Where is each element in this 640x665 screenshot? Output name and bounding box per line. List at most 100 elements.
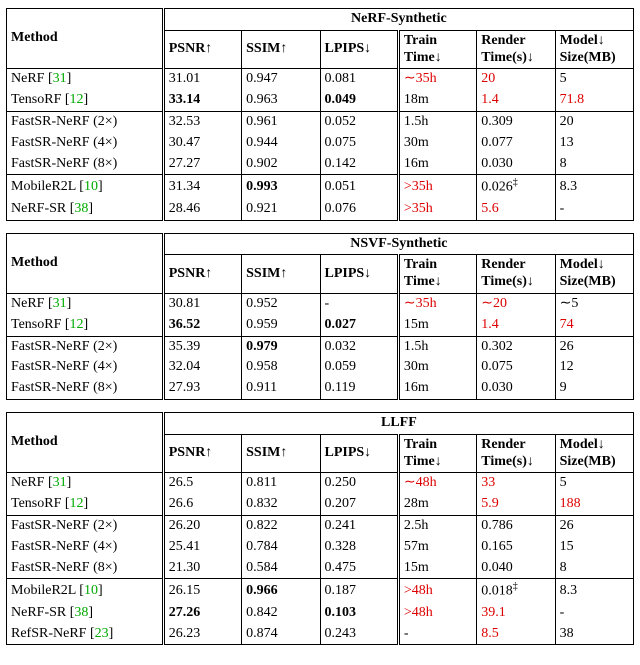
cell-size: 15	[555, 537, 633, 558]
cell-render: 0.040	[477, 558, 555, 579]
results-table: MethodNSVF-SyntheticPSNR↑SSIM↑LPIPS↓Trai…	[6, 233, 634, 400]
cell-method: TensoRF [12]	[7, 315, 164, 336]
footnote-mark: ‡	[513, 581, 518, 592]
table-row: FastSR-NeRF (4×)25.410.7840.32857m0.1651…	[7, 537, 634, 558]
cell-lpips: 0.051	[320, 175, 398, 199]
cell-render: ∼20	[477, 294, 555, 315]
col-method: Method	[7, 9, 164, 69]
cell-method: FastSR-NeRF (4×)	[7, 537, 164, 558]
table-row: TensoRF [12]26.60.8320.20728m5.9188	[7, 494, 634, 515]
cell-train: ∼48h	[398, 473, 476, 494]
cell-render: 5.9	[477, 494, 555, 515]
cell-render: 0.075	[477, 357, 555, 378]
cell-size: 188	[555, 494, 633, 515]
cell-size: 26	[555, 336, 633, 357]
col-train: TrainTime↓	[398, 434, 476, 473]
cell-train: -	[398, 624, 476, 645]
cell-train: 15m	[398, 315, 476, 336]
col-method: Method	[7, 233, 164, 293]
cell-train: 28m	[398, 494, 476, 515]
cell-size: 8.3	[555, 175, 633, 199]
cell-size: 71.8	[555, 90, 633, 111]
cell-ssim: 0.902	[242, 154, 320, 175]
table-row: MobileR2L [10]31.340.9930.051>35h0.026‡8…	[7, 175, 634, 199]
cell-ssim: 0.958	[242, 357, 320, 378]
cell-method: NeRF-SR [38]	[7, 199, 164, 220]
table-row: FastSR-NeRF (2×)26.200.8220.2412.5h0.786…	[7, 515, 634, 536]
cell-ssim: 0.947	[242, 69, 320, 90]
cell-psnr: 28.46	[163, 199, 241, 220]
table-row: FastSR-NeRF (8×)27.930.9110.11916m0.0309	[7, 378, 634, 399]
col-lpips: LPIPS↓	[320, 255, 398, 294]
cell-method: NeRF [31]	[7, 473, 164, 494]
col-psnr: PSNR↑	[163, 30, 241, 69]
cell-size: -	[555, 199, 633, 220]
cell-method: RefSR-NeRF [23]	[7, 624, 164, 645]
citation: 23	[95, 626, 109, 641]
cell-method: FastSR-NeRF (8×)	[7, 558, 164, 579]
citation: 31	[53, 71, 67, 86]
cell-lpips: 0.187	[320, 579, 398, 603]
cell-render: 0.030	[477, 378, 555, 399]
cell-train: 57m	[398, 537, 476, 558]
cell-ssim: 0.842	[242, 603, 320, 624]
cell-lpips: 0.142	[320, 154, 398, 175]
cell-psnr: 31.01	[163, 69, 241, 90]
col-ssim: SSIM↑	[242, 30, 320, 69]
citation: 12	[70, 496, 84, 511]
cell-method: FastSR-NeRF (2×)	[7, 336, 164, 357]
cell-render: 33	[477, 473, 555, 494]
cell-ssim: 0.874	[242, 624, 320, 645]
cell-lpips: 0.076	[320, 199, 398, 220]
table-row: NeRF-SR [38]28.460.9210.076>35h5.6-	[7, 199, 634, 220]
cell-train: 1.5h	[398, 111, 476, 132]
header-row-1: MethodNSVF-Synthetic	[7, 233, 634, 255]
col-method: Method	[7, 413, 164, 473]
table-row: NeRF [31]26.50.8110.250∼48h335	[7, 473, 634, 494]
cell-lpips: 0.475	[320, 558, 398, 579]
cell-train: 2.5h	[398, 515, 476, 536]
col-psnr: PSNR↑	[163, 434, 241, 473]
cell-psnr: 35.39	[163, 336, 241, 357]
table-row: FastSR-NeRF (8×)21.300.5840.47515m0.0408	[7, 558, 634, 579]
cell-ssim: 0.961	[242, 111, 320, 132]
col-size: Model↓Size(MB)	[555, 30, 633, 69]
cell-ssim: 0.811	[242, 473, 320, 494]
cell-ssim: 0.832	[242, 494, 320, 515]
cell-psnr: 26.20	[163, 515, 241, 536]
cell-train: >48h	[398, 579, 476, 603]
cell-lpips: 0.103	[320, 603, 398, 624]
cell-size: ∼5	[555, 294, 633, 315]
cell-ssim: 0.966	[242, 579, 320, 603]
cell-size: 12	[555, 357, 633, 378]
cell-psnr: 31.34	[163, 175, 241, 199]
col-psnr: PSNR↑	[163, 255, 241, 294]
cell-size: 38	[555, 624, 633, 645]
table-row: FastSR-NeRF (4×)32.040.9580.05930m0.0751…	[7, 357, 634, 378]
cell-psnr: 26.15	[163, 579, 241, 603]
table-row: NeRF [31]31.010.9470.081∼35h205	[7, 69, 634, 90]
cell-ssim: 0.993	[242, 175, 320, 199]
cell-lpips: 0.049	[320, 90, 398, 111]
cell-ssim: 0.921	[242, 199, 320, 220]
cell-psnr: 25.41	[163, 537, 241, 558]
citation: 10	[84, 583, 98, 598]
dataset-title: LLFF	[163, 413, 633, 435]
cell-method: NeRF-SR [38]	[7, 603, 164, 624]
footnote-mark: ‡	[513, 177, 518, 188]
col-train: TrainTime↓	[398, 30, 476, 69]
citation: 38	[74, 605, 88, 620]
col-ssim: SSIM↑	[242, 434, 320, 473]
cell-method: FastSR-NeRF (2×)	[7, 111, 164, 132]
table-row: FastSR-NeRF (8×)27.270.9020.14216m0.0308	[7, 154, 634, 175]
cell-psnr: 27.93	[163, 378, 241, 399]
tables-root: MethodNeRF-SyntheticPSNR↑SSIM↑LPIPS↓Trai…	[6, 8, 634, 645]
col-lpips: LPIPS↓	[320, 30, 398, 69]
citation: 38	[74, 201, 88, 216]
cell-render: 5.6	[477, 199, 555, 220]
cell-render: 1.4	[477, 315, 555, 336]
cell-render: 0.077	[477, 133, 555, 154]
cell-lpips: 0.052	[320, 111, 398, 132]
tables-container: { "headers": { "method": "Method", "psnr…	[0, 0, 640, 665]
cell-size: -	[555, 603, 633, 624]
